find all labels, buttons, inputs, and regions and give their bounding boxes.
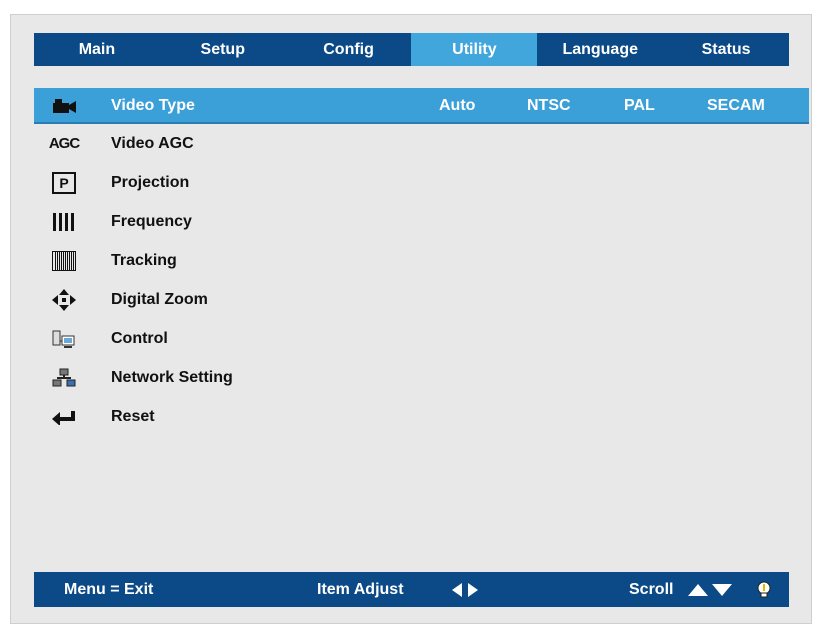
computer-icon xyxy=(50,327,78,351)
item-adjust-hint: Item Adjust xyxy=(317,580,404,598)
four-arrows-icon xyxy=(50,288,78,312)
menu-item-video-type[interactable]: Video Type Auto NTSC PAL SECAM xyxy=(34,88,809,124)
menu-item-projection[interactable]: P Projection xyxy=(34,163,809,202)
menu-item-network-setting[interactable]: Network Setting xyxy=(34,358,809,397)
menu-item-reset[interactable]: Reset xyxy=(34,397,809,436)
menu-item-label: Video Type xyxy=(111,97,195,114)
tab-language[interactable]: Language xyxy=(537,33,663,66)
frequency-bars-icon xyxy=(50,210,78,234)
option-auto[interactable]: Auto xyxy=(439,88,475,124)
footer-help-bar: Menu = Exit Item Adjust Scroll xyxy=(34,572,789,607)
camcorder-icon xyxy=(50,94,78,118)
tab-main[interactable]: Main xyxy=(34,33,160,66)
menu-exit-hint: Menu = Exit xyxy=(64,580,154,598)
option-ntsc[interactable]: NTSC xyxy=(527,88,571,124)
network-icon xyxy=(50,366,78,390)
scroll-hint: Scroll xyxy=(629,580,674,598)
tracking-bars-icon xyxy=(50,249,78,273)
tab-config[interactable]: Config xyxy=(286,33,412,66)
lightbulb-icon xyxy=(756,572,772,607)
return-arrow-icon xyxy=(50,405,78,429)
menu-item-digital-zoom[interactable]: Digital Zoom xyxy=(34,280,809,319)
up-down-arrows-icon xyxy=(688,572,732,607)
tab-status[interactable]: Status xyxy=(663,33,789,66)
menu-item-label: Control xyxy=(111,329,168,347)
menu-item-label: Video AGC xyxy=(111,134,194,152)
agc-icon: AGC xyxy=(48,135,80,152)
tab-utility[interactable]: Utility xyxy=(411,33,538,66)
projection-p-icon: P xyxy=(50,171,78,195)
tab-setup[interactable]: Setup xyxy=(160,33,286,66)
menu-tab-bar: Main Setup Config Utility Language Statu… xyxy=(34,33,789,66)
menu-item-frequency[interactable]: Frequency xyxy=(34,202,809,241)
video-type-options: Auto NTSC PAL SECAM xyxy=(439,88,809,124)
menu-item-label: Network Setting xyxy=(111,368,233,386)
left-right-arrows-icon xyxy=(452,572,478,607)
menu-item-video-agc[interactable]: AGC Video AGC xyxy=(34,124,809,163)
menu-item-label: Digital Zoom xyxy=(111,290,208,308)
menu-item-label: Reset xyxy=(111,407,155,425)
menu-item-control[interactable]: Control xyxy=(34,319,809,358)
utility-menu-list: Video Type Auto NTSC PAL SECAM AGC Video… xyxy=(34,88,809,436)
menu-item-tracking[interactable]: Tracking xyxy=(34,241,809,280)
option-secam[interactable]: SECAM xyxy=(707,88,765,124)
menu-item-label: Tracking xyxy=(111,251,177,269)
menu-item-label: Projection xyxy=(111,173,190,191)
osd-panel: Main Setup Config Utility Language Statu… xyxy=(10,14,812,624)
menu-item-label: Frequency xyxy=(111,212,192,230)
option-pal[interactable]: PAL xyxy=(624,88,655,124)
